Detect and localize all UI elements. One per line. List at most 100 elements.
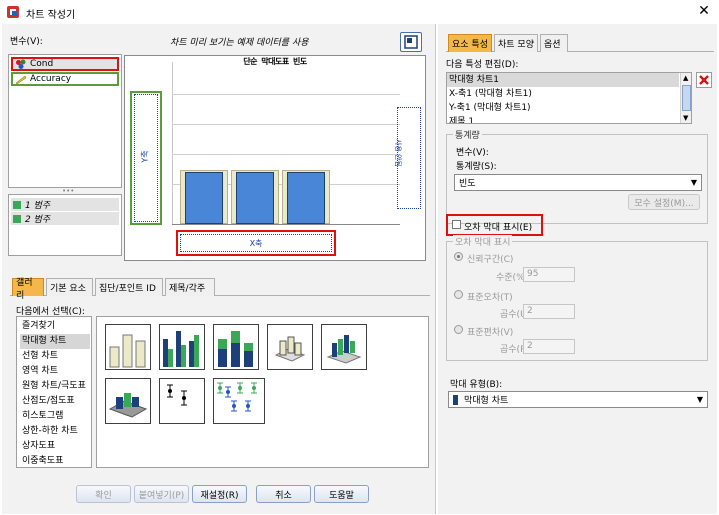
gridline bbox=[172, 154, 400, 155]
paste-button[interactable]: 붙여넣기(P) bbox=[134, 485, 189, 503]
gridline bbox=[172, 124, 400, 125]
property-item[interactable]: 제목 1 bbox=[447, 115, 679, 123]
gallery-item-bar[interactable]: 막대형 차트 bbox=[20, 334, 90, 349]
group-label: 2 범주 bbox=[25, 215, 51, 225]
scale-icon bbox=[15, 75, 27, 84]
y-axis-line bbox=[172, 62, 173, 224]
y-axis-drop-zone[interactable]: Y축 bbox=[134, 94, 158, 222]
tab-groups-point-id[interactable]: 집단/포인트 ID bbox=[95, 278, 163, 296]
category-icon bbox=[13, 200, 21, 209]
x-axis-line bbox=[172, 224, 400, 225]
gallery-item-area[interactable]: 영역 차트 bbox=[20, 364, 90, 379]
tab-titles-footnotes[interactable]: 제목/각주 bbox=[165, 278, 215, 296]
simple-bar-icon bbox=[109, 334, 146, 368]
tab-gallery[interactable]: 갤러리 bbox=[12, 278, 44, 301]
group-item-1[interactable]: 1 범주 bbox=[11, 198, 119, 211]
y-axis-label: Y축 bbox=[140, 150, 150, 163]
simple-error-bar-thumbnail[interactable] bbox=[159, 378, 205, 424]
tab-element-properties[interactable]: 요소 특성 bbox=[448, 34, 492, 52]
bar-fill-1 bbox=[185, 172, 223, 224]
gallery-item-favorites[interactable]: 즐겨찾기 bbox=[20, 319, 90, 334]
3d-clustered-bar-thumbnail[interactable] bbox=[321, 324, 367, 370]
delete-element-button[interactable] bbox=[696, 72, 712, 88]
bar-fill-2 bbox=[236, 172, 274, 224]
variable-name: Accuracy bbox=[30, 74, 72, 84]
statistic-select[interactable]: 빈도 ▼ bbox=[454, 174, 702, 191]
scroll-up-icon[interactable]: ▲ bbox=[683, 74, 688, 82]
multiplier-input[interactable]: 2 bbox=[523, 304, 575, 319]
se-label: 표준오차(T) bbox=[467, 293, 513, 303]
multiplier2-input[interactable]: 2 bbox=[523, 339, 575, 354]
x-axis-drop-zone[interactable]: X축 bbox=[180, 234, 332, 252]
variable-item-accuracy[interactable]: Accuracy bbox=[11, 72, 119, 86]
tab-basic-elements[interactable]: 기본 요소 bbox=[46, 278, 93, 296]
chart-canvas[interactable]: 단순 막대도표 빈도 Y축 사용 안됨 X축 bbox=[124, 55, 426, 261]
simple-bar-thumbnail[interactable] bbox=[105, 324, 151, 370]
title-bar: 차트 작성기 ✕ bbox=[0, 0, 719, 24]
ci-label: 신뢰구간(C) bbox=[467, 255, 514, 265]
filter-drop-zone[interactable]: 사용 안됨 bbox=[394, 107, 421, 209]
error-bars-group-title: 오차 막대 표시 bbox=[453, 235, 513, 248]
gallery-item-dual-axes[interactable]: 이중축도표 bbox=[20, 454, 90, 469]
bar-style-label: 막대 유형(B): bbox=[450, 380, 503, 390]
level-input[interactable]: 95 bbox=[523, 267, 575, 282]
close-icon[interactable]: ✕ bbox=[696, 4, 712, 18]
tab-options[interactable]: 옵션 bbox=[540, 34, 568, 52]
scroll-thumb[interactable] bbox=[682, 85, 691, 111]
left-pane: 변수(V): 차트 미리 보기는 예제 데이터를 사용 Cond Accurac… bbox=[2, 24, 436, 514]
cancel-button[interactable]: 취소 bbox=[256, 485, 311, 503]
gridline bbox=[172, 94, 400, 95]
gallery-item-line[interactable]: 선형 차트 bbox=[20, 349, 90, 364]
error-bar-icon bbox=[167, 384, 187, 406]
clustered-bar-thumbnail[interactable] bbox=[159, 324, 205, 370]
variables-label: 변수(V): bbox=[10, 37, 43, 47]
gallery-item-scatter[interactable]: 산점도/점도표 bbox=[20, 394, 90, 409]
properties-list[interactable]: 막대형 차트1 X-축1 (막대형 차트1) Y-축1 (막대형 차트1) 제목… bbox=[446, 72, 692, 124]
variable-item-cond[interactable]: Cond bbox=[11, 57, 119, 71]
help-button[interactable]: 도움말 bbox=[314, 485, 369, 503]
3d-stacked-bar-icon bbox=[108, 393, 148, 418]
error-bars-checkbox[interactable] bbox=[452, 220, 461, 229]
ci-radio[interactable] bbox=[454, 252, 463, 261]
sd-radio[interactable] bbox=[454, 325, 463, 334]
edit-properties-label: 다음 특성 편집(D): bbox=[446, 60, 519, 70]
gallery-item-high-low[interactable]: 상한-하한 차트 bbox=[20, 424, 90, 439]
property-item[interactable]: 막대형 차트1 bbox=[447, 73, 679, 87]
stacked-bar-thumbnail[interactable] bbox=[213, 324, 259, 370]
nominal-icon bbox=[16, 59, 26, 69]
scroll-down-icon[interactable]: ▼ bbox=[683, 114, 688, 122]
chart-type-gallery[interactable] bbox=[96, 316, 429, 468]
chart-builder-options-button[interactable] bbox=[400, 32, 422, 52]
gallery-list[interactable]: 즐겨찾기 막대형 차트 선형 차트 영역 차트 원형 차트/극도표 산점도/점도… bbox=[16, 316, 92, 468]
statistic-value: 빈도 bbox=[459, 179, 476, 189]
window-title: 차트 작성기 bbox=[26, 10, 76, 21]
variable-list[interactable]: Cond Accuracy bbox=[8, 54, 122, 188]
dialog-icon bbox=[404, 35, 418, 49]
chart-title: 단순 막대도표 빈도 bbox=[243, 57, 307, 66]
ok-button[interactable]: 확인 bbox=[76, 485, 131, 503]
3d-stacked-bar-thumbnail[interactable] bbox=[105, 378, 151, 424]
gallery-item-pie[interactable]: 원형 차트/극도표 bbox=[20, 379, 90, 394]
gallery-item-boxplot[interactable]: 상자도표 bbox=[20, 439, 90, 454]
clustered-error-bar-icon bbox=[217, 382, 257, 412]
property-item[interactable]: X-축1 (막대형 차트1) bbox=[447, 87, 679, 101]
right-pane: 요소 특성 차트 모양 옵션 다음 특성 편집(D): 막대형 차트1 X-축1… bbox=[438, 24, 717, 514]
category-icon bbox=[13, 214, 21, 223]
groups-list[interactable]: 1 범주 2 범주 bbox=[8, 194, 122, 256]
properties-scrollbar[interactable]: ▲ ▼ bbox=[680, 73, 691, 123]
clustered-error-bar-thumbnail[interactable] bbox=[213, 378, 265, 424]
se-radio[interactable] bbox=[454, 290, 463, 299]
preview-note: 차트 미리 보기는 예제 데이터를 사용 bbox=[170, 38, 309, 48]
3d-bar-thumbnail[interactable] bbox=[267, 324, 313, 370]
property-item[interactable]: Y-축1 (막대형 차트1) bbox=[447, 101, 679, 115]
gallery-item-histogram[interactable]: 히스토그램 bbox=[20, 409, 90, 424]
statistics-group-title: 통계량 bbox=[453, 128, 482, 141]
bar-style-value: 막대형 차트 bbox=[464, 396, 509, 406]
reset-button[interactable]: 재설정(R) bbox=[192, 485, 247, 503]
error-bars-label[interactable]: 오차 막대 표시(E) bbox=[464, 220, 532, 233]
tab-chart-appearance[interactable]: 차트 모양 bbox=[494, 34, 538, 52]
set-parameters-button[interactable]: 모수 설정(M)... bbox=[628, 194, 700, 210]
group-item-2[interactable]: 2 범주 bbox=[11, 212, 119, 225]
delete-icon bbox=[699, 75, 709, 85]
bar-style-select[interactable]: 막대형 차트 ▼ bbox=[448, 391, 708, 408]
